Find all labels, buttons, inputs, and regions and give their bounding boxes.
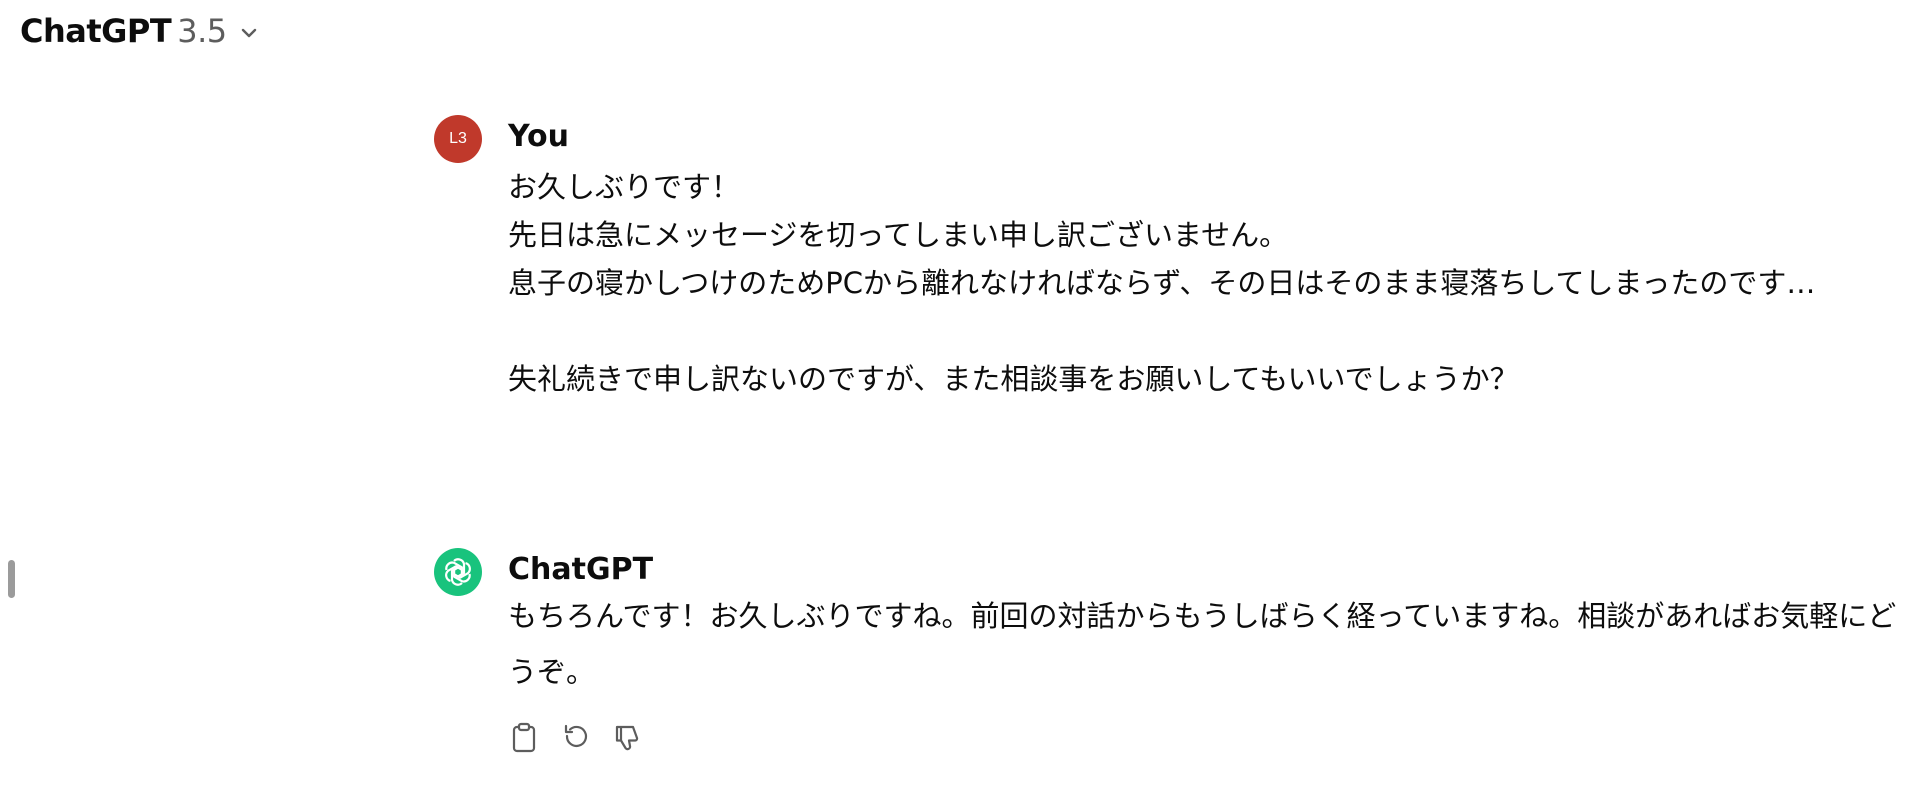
message-author: ChatGPT (508, 552, 654, 587)
avatar-initials: L3 (449, 130, 467, 147)
message-text: お久しぶりです！ 先日は急にメッセージを切ってしまい申し訳ございません。 息子の… (508, 170, 1816, 396)
openai-logo-icon (434, 548, 482, 596)
message-text: もちろんです！お久しぶりですね。前回の対話からもうしばらく経っていますね。相談が… (508, 599, 1897, 689)
copy-icon[interactable] (508, 720, 540, 754)
model-selector[interactable]: ChatGPT 3.5 (20, 8, 261, 54)
chevron-down-icon[interactable] (237, 21, 261, 45)
chat-page: ChatGPT 3.5 L3 You お久しぶりです！ 先日は急にメッセージを切… (0, 0, 1930, 790)
sidebar-resize-handle[interactable] (8, 560, 15, 598)
model-version: 3.5 (177, 12, 227, 50)
model-name: ChatGPT (20, 12, 172, 50)
thumbs-down-icon[interactable] (612, 720, 644, 754)
message-actions (508, 720, 644, 754)
regenerate-icon[interactable] (560, 720, 592, 754)
message-author: You (508, 119, 569, 154)
user-avatar: L3 (434, 115, 482, 163)
